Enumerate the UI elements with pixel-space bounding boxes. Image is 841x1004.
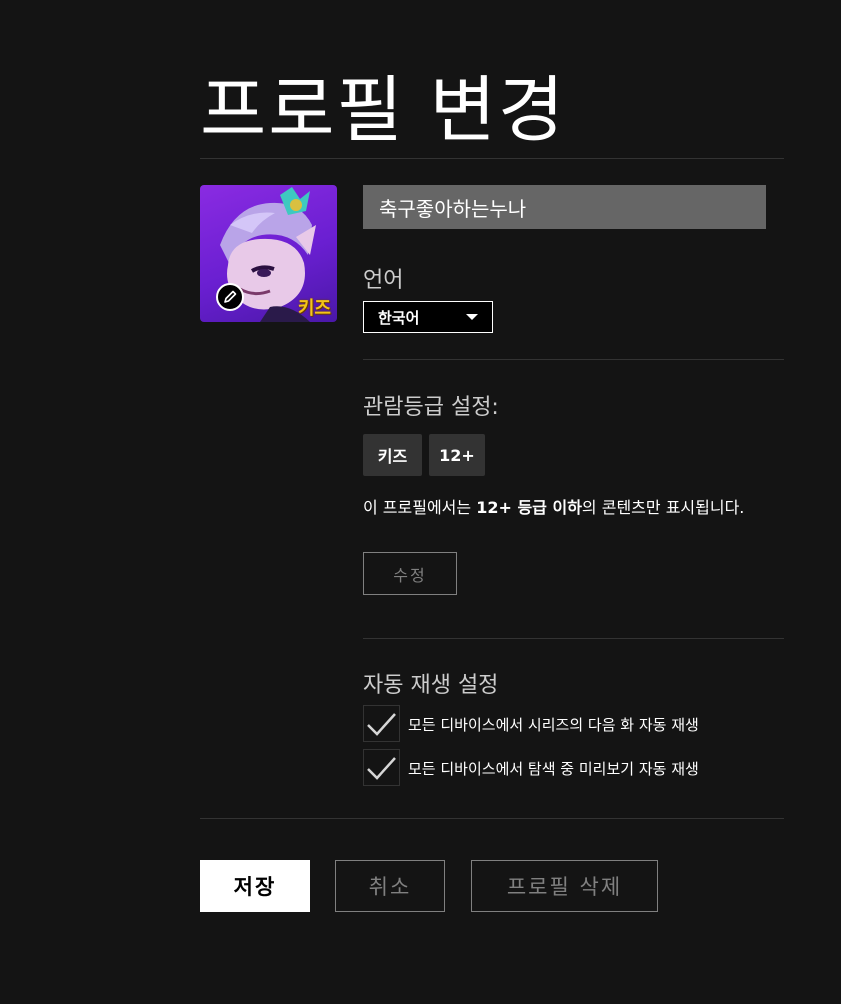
profile-name-input[interactable] bbox=[363, 185, 766, 229]
page-title: 프로필 변경 bbox=[200, 68, 567, 152]
divider bbox=[200, 158, 784, 159]
maturity-chip-12plus: 12+ bbox=[429, 434, 485, 476]
maturity-edit-button[interactable]: 수정 bbox=[363, 552, 457, 595]
delete-profile-button[interactable]: 프로필 삭제 bbox=[471, 860, 658, 912]
autoplay-previews-label: 모든 디바이스에서 탐색 중 미리보기 자동 재생 bbox=[408, 760, 699, 778]
maturity-chip-kids: 키즈 bbox=[363, 434, 422, 476]
checkmark-icon bbox=[367, 757, 396, 780]
kids-badge: 키즈 bbox=[297, 298, 331, 319]
maturity-description: 이 프로필에서는 12+ 등급 이하의 콘텐츠만 표시됩니다. bbox=[363, 494, 744, 518]
divider bbox=[363, 359, 784, 360]
language-select[interactable]: 한국어 bbox=[363, 301, 493, 333]
autoplay-next-episode-label: 모든 디바이스에서 시리즈의 다음 화 자동 재생 bbox=[408, 716, 699, 734]
maturity-desc-rating: 12+ 등급 이하 bbox=[476, 498, 582, 517]
language-label: 언어 bbox=[363, 268, 404, 293]
autoplay-label: 자동 재생 설정 bbox=[363, 673, 499, 698]
caret-down-icon bbox=[466, 314, 478, 320]
autoplay-previews-checkbox[interactable] bbox=[363, 749, 400, 786]
checkmark-icon bbox=[367, 713, 396, 736]
language-selected-value: 한국어 bbox=[378, 308, 420, 327]
cancel-button[interactable]: 취소 bbox=[335, 860, 445, 912]
maturity-desc-suffix: 의 콘텐츠만 표시됩니다. bbox=[581, 498, 745, 517]
save-button[interactable]: 저장 bbox=[200, 860, 310, 912]
maturity-label: 관람등급 설정: bbox=[363, 395, 499, 420]
divider bbox=[363, 638, 784, 639]
maturity-desc-prefix: 이 프로필에서는 bbox=[363, 498, 477, 517]
pencil-icon[interactable] bbox=[216, 283, 244, 311]
divider bbox=[200, 818, 784, 819]
autoplay-next-episode-checkbox[interactable] bbox=[363, 705, 400, 742]
profile-avatar[interactable]: 키즈 bbox=[200, 185, 337, 322]
